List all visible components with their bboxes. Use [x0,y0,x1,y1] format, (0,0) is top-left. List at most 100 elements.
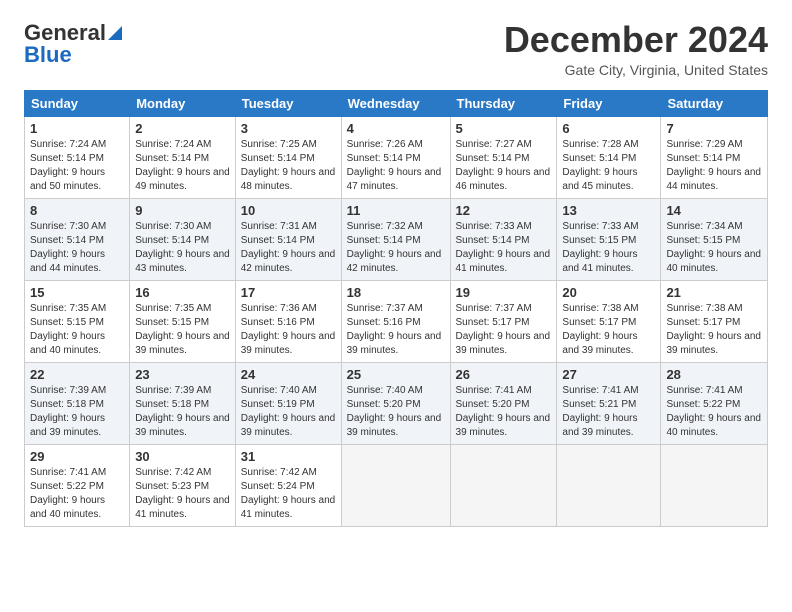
table-row: 20 Sunrise: 7:38 AM Sunset: 5:17 PM Dayl… [557,280,661,362]
day-info: Sunrise: 7:30 AM Sunset: 5:14 PM Dayligh… [135,220,230,276]
day-info: Sunrise: 7:32 AM Sunset: 5:14 PM Dayligh… [347,220,445,276]
table-row: 19 Sunrise: 7:37 AM Sunset: 5:17 PM Dayl… [450,280,557,362]
day-number: 27 [562,367,655,382]
table-row: 25 Sunrise: 7:40 AM Sunset: 5:20 PM Dayl… [341,362,450,444]
day-info: Sunrise: 7:37 AM Sunset: 5:17 PM Dayligh… [456,302,552,358]
table-row: 10 Sunrise: 7:31 AM Sunset: 5:14 PM Dayl… [235,198,341,280]
day-number: 28 [666,367,762,382]
day-info: Sunrise: 7:41 AM Sunset: 5:22 PM Dayligh… [666,384,762,440]
day-number: 12 [456,203,552,218]
day-info: Sunrise: 7:24 AM Sunset: 5:14 PM Dayligh… [30,138,124,194]
day-info: Sunrise: 7:42 AM Sunset: 5:24 PM Dayligh… [241,466,336,522]
day-info: Sunrise: 7:24 AM Sunset: 5:14 PM Dayligh… [135,138,230,194]
table-row: 8 Sunrise: 7:30 AM Sunset: 5:14 PM Dayli… [25,198,130,280]
day-number: 20 [562,285,655,300]
table-row: 29 Sunrise: 7:41 AM Sunset: 5:22 PM Dayl… [25,444,130,526]
day-info: Sunrise: 7:28 AM Sunset: 5:14 PM Dayligh… [562,138,655,194]
col-sunday: Sunday [25,90,130,116]
day-number: 2 [135,121,230,136]
logo-blue: Blue [24,42,122,68]
table-row: 2 Sunrise: 7:24 AM Sunset: 5:14 PM Dayli… [130,116,236,198]
day-info: Sunrise: 7:39 AM Sunset: 5:18 PM Dayligh… [135,384,230,440]
location: Gate City, Virginia, United States [504,62,768,78]
day-number: 16 [135,285,230,300]
day-number: 6 [562,121,655,136]
day-info: Sunrise: 7:41 AM Sunset: 5:21 PM Dayligh… [562,384,655,440]
table-row: 27 Sunrise: 7:41 AM Sunset: 5:21 PM Dayl… [557,362,661,444]
day-number: 31 [241,449,336,464]
table-row: 13 Sunrise: 7:33 AM Sunset: 5:15 PM Dayl… [557,198,661,280]
day-number: 13 [562,203,655,218]
month-title: December 2024 [504,20,768,60]
table-row [557,444,661,526]
col-wednesday: Wednesday [341,90,450,116]
day-info: Sunrise: 7:41 AM Sunset: 5:20 PM Dayligh… [456,384,552,440]
table-row: 17 Sunrise: 7:36 AM Sunset: 5:16 PM Dayl… [235,280,341,362]
table-row: 12 Sunrise: 7:33 AM Sunset: 5:14 PM Dayl… [450,198,557,280]
table-row [450,444,557,526]
day-info: Sunrise: 7:26 AM Sunset: 5:14 PM Dayligh… [347,138,445,194]
day-info: Sunrise: 7:39 AM Sunset: 5:18 PM Dayligh… [30,384,124,440]
page: General Blue December 2024 Gate City, Vi… [0,0,792,543]
table-row: 7 Sunrise: 7:29 AM Sunset: 5:14 PM Dayli… [661,116,768,198]
col-tuesday: Tuesday [235,90,341,116]
day-info: Sunrise: 7:38 AM Sunset: 5:17 PM Dayligh… [562,302,655,358]
table-row: 21 Sunrise: 7:38 AM Sunset: 5:17 PM Dayl… [661,280,768,362]
day-info: Sunrise: 7:25 AM Sunset: 5:14 PM Dayligh… [241,138,336,194]
table-row: 14 Sunrise: 7:34 AM Sunset: 5:15 PM Dayl… [661,198,768,280]
day-info: Sunrise: 7:41 AM Sunset: 5:22 PM Dayligh… [30,466,124,522]
table-row: 24 Sunrise: 7:40 AM Sunset: 5:19 PM Dayl… [235,362,341,444]
table-row: 31 Sunrise: 7:42 AM Sunset: 5:24 PM Dayl… [235,444,341,526]
col-saturday: Saturday [661,90,768,116]
day-number: 10 [241,203,336,218]
table-row: 16 Sunrise: 7:35 AM Sunset: 5:15 PM Dayl… [130,280,236,362]
day-info: Sunrise: 7:37 AM Sunset: 5:16 PM Dayligh… [347,302,445,358]
day-info: Sunrise: 7:40 AM Sunset: 5:19 PM Dayligh… [241,384,336,440]
logo: General Blue [24,20,122,68]
col-thursday: Thursday [450,90,557,116]
day-number: 26 [456,367,552,382]
day-number: 1 [30,121,124,136]
day-number: 14 [666,203,762,218]
day-number: 29 [30,449,124,464]
col-monday: Monday [130,90,236,116]
table-row: 15 Sunrise: 7:35 AM Sunset: 5:15 PM Dayl… [25,280,130,362]
day-number: 19 [456,285,552,300]
day-number: 11 [347,203,445,218]
day-info: Sunrise: 7:36 AM Sunset: 5:16 PM Dayligh… [241,302,336,358]
table-row: 3 Sunrise: 7:25 AM Sunset: 5:14 PM Dayli… [235,116,341,198]
table-row: 18 Sunrise: 7:37 AM Sunset: 5:16 PM Dayl… [341,280,450,362]
day-number: 25 [347,367,445,382]
table-row: 23 Sunrise: 7:39 AM Sunset: 5:18 PM Dayl… [130,362,236,444]
table-row: 9 Sunrise: 7:30 AM Sunset: 5:14 PM Dayli… [130,198,236,280]
day-info: Sunrise: 7:40 AM Sunset: 5:20 PM Dayligh… [347,384,445,440]
table-row: 6 Sunrise: 7:28 AM Sunset: 5:14 PM Dayli… [557,116,661,198]
table-row [661,444,768,526]
day-number: 8 [30,203,124,218]
day-info: Sunrise: 7:27 AM Sunset: 5:14 PM Dayligh… [456,138,552,194]
table-row: 11 Sunrise: 7:32 AM Sunset: 5:14 PM Dayl… [341,198,450,280]
day-info: Sunrise: 7:33 AM Sunset: 5:14 PM Dayligh… [456,220,552,276]
day-info: Sunrise: 7:31 AM Sunset: 5:14 PM Dayligh… [241,220,336,276]
day-number: 21 [666,285,762,300]
table-row: 4 Sunrise: 7:26 AM Sunset: 5:14 PM Dayli… [341,116,450,198]
logo-arrow-icon [108,26,122,40]
calendar: Sunday Monday Tuesday Wednesday Thursday… [24,90,768,527]
day-number: 9 [135,203,230,218]
table-row: 5 Sunrise: 7:27 AM Sunset: 5:14 PM Dayli… [450,116,557,198]
day-number: 5 [456,121,552,136]
day-number: 23 [135,367,230,382]
day-number: 18 [347,285,445,300]
table-row: 1 Sunrise: 7:24 AM Sunset: 5:14 PM Dayli… [25,116,130,198]
table-row: 30 Sunrise: 7:42 AM Sunset: 5:23 PM Dayl… [130,444,236,526]
title-area: December 2024 Gate City, Virginia, Unite… [504,20,768,78]
day-info: Sunrise: 7:35 AM Sunset: 5:15 PM Dayligh… [135,302,230,358]
day-number: 3 [241,121,336,136]
day-info: Sunrise: 7:34 AM Sunset: 5:15 PM Dayligh… [666,220,762,276]
day-info: Sunrise: 7:38 AM Sunset: 5:17 PM Dayligh… [666,302,762,358]
day-info: Sunrise: 7:42 AM Sunset: 5:23 PM Dayligh… [135,466,230,522]
day-info: Sunrise: 7:30 AM Sunset: 5:14 PM Dayligh… [30,220,124,276]
table-row [341,444,450,526]
day-number: 24 [241,367,336,382]
day-number: 17 [241,285,336,300]
